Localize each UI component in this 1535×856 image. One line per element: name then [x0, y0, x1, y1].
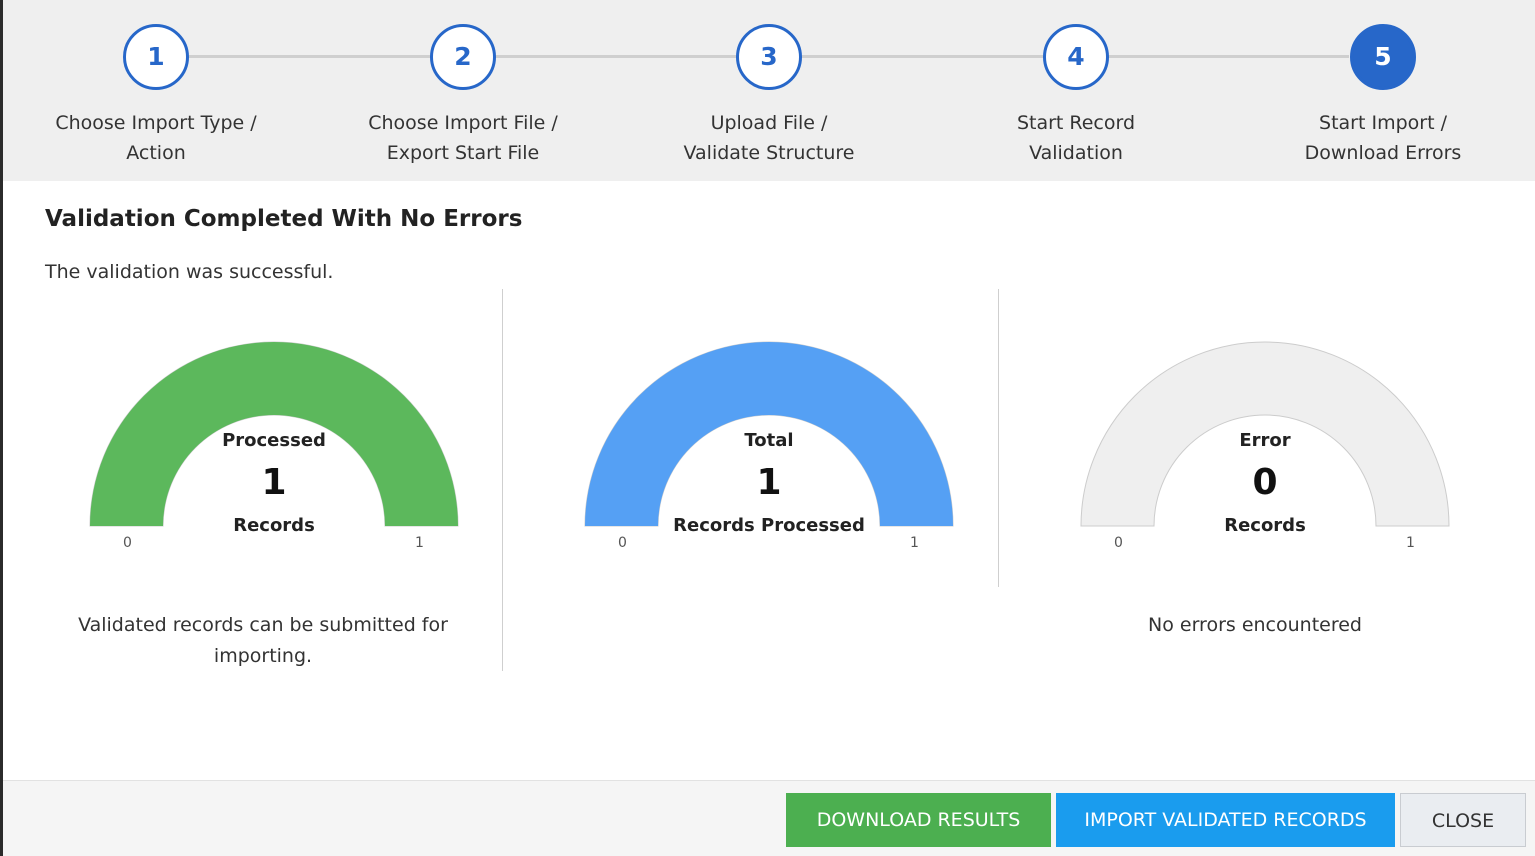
step-2[interactable]: 2 Choose Import File / Export Start File: [313, 24, 613, 168]
gauge-unit: Records: [1224, 515, 1306, 536]
step-number-circle[interactable]: 4: [1043, 24, 1109, 90]
step-label: Choose Import Type / Action: [55, 112, 257, 164]
step-label: Start Record Validation: [1016, 112, 1136, 164]
panel-divider: [502, 289, 503, 671]
import-stepper: 1 Choose Import Type / Action 2 Choose I…: [3, 0, 1535, 181]
step-5[interactable]: 5 Start Import / Download Errors: [1233, 24, 1533, 168]
gauge-min-tick: 0: [618, 535, 627, 551]
total-gauge: Total 1 Records Processed 0 1: [584, 330, 974, 560]
step-label: Upload File / Validate Structure: [683, 112, 855, 164]
gauge-label: Total: [744, 430, 794, 451]
gauge-label: Error: [1239, 430, 1291, 451]
gauge-value: 1: [261, 462, 287, 503]
download-results-button[interactable]: DOWNLOAD RESULTS: [786, 793, 1051, 847]
step-number-circle[interactable]: 5: [1350, 24, 1416, 90]
step-label: Start Import / Download Errors: [1304, 112, 1462, 164]
step-number-circle[interactable]: 1: [123, 24, 189, 90]
gauge-unit: Records Processed: [673, 515, 865, 536]
gauge-value: 1: [756, 462, 782, 503]
error-gauge: Error 0 Records 0 1: [1080, 330, 1470, 560]
processed-gauge: Processed 1 Records 0 1: [89, 330, 479, 560]
gauge-unit: Records: [233, 515, 315, 536]
step-4[interactable]: 4 Start Record Validation: [926, 24, 1226, 168]
panel-divider: [998, 289, 999, 587]
gauge-max-tick: 1: [910, 535, 919, 551]
step-3[interactable]: 3 Upload File / Validate Structure: [619, 24, 919, 168]
import-validated-records-button[interactable]: IMPORT VALIDATED RECORDS: [1056, 793, 1395, 847]
gauge-min-tick: 0: [123, 535, 132, 551]
validation-message: The validation was successful.: [45, 261, 334, 283]
error-caption: No errors encountered: [1148, 614, 1362, 636]
step-number-circle[interactable]: 2: [430, 24, 496, 90]
close-button[interactable]: CLOSE: [1400, 793, 1526, 847]
gauge-max-tick: 1: [415, 535, 424, 551]
gauge-label: Processed: [222, 430, 326, 451]
page-title: Validation Completed With No Errors: [45, 206, 523, 232]
processed-caption: Validated records can be submitted for i…: [78, 614, 448, 667]
step-label: Choose Import File / Export Start File: [368, 112, 558, 164]
step-number-circle[interactable]: 3: [736, 24, 802, 90]
step-1[interactable]: 1 Choose Import Type / Action: [6, 24, 306, 168]
gauge-min-tick: 0: [1114, 535, 1123, 551]
gauge-value: 0: [1252, 462, 1278, 503]
gauge-max-tick: 1: [1406, 535, 1415, 551]
